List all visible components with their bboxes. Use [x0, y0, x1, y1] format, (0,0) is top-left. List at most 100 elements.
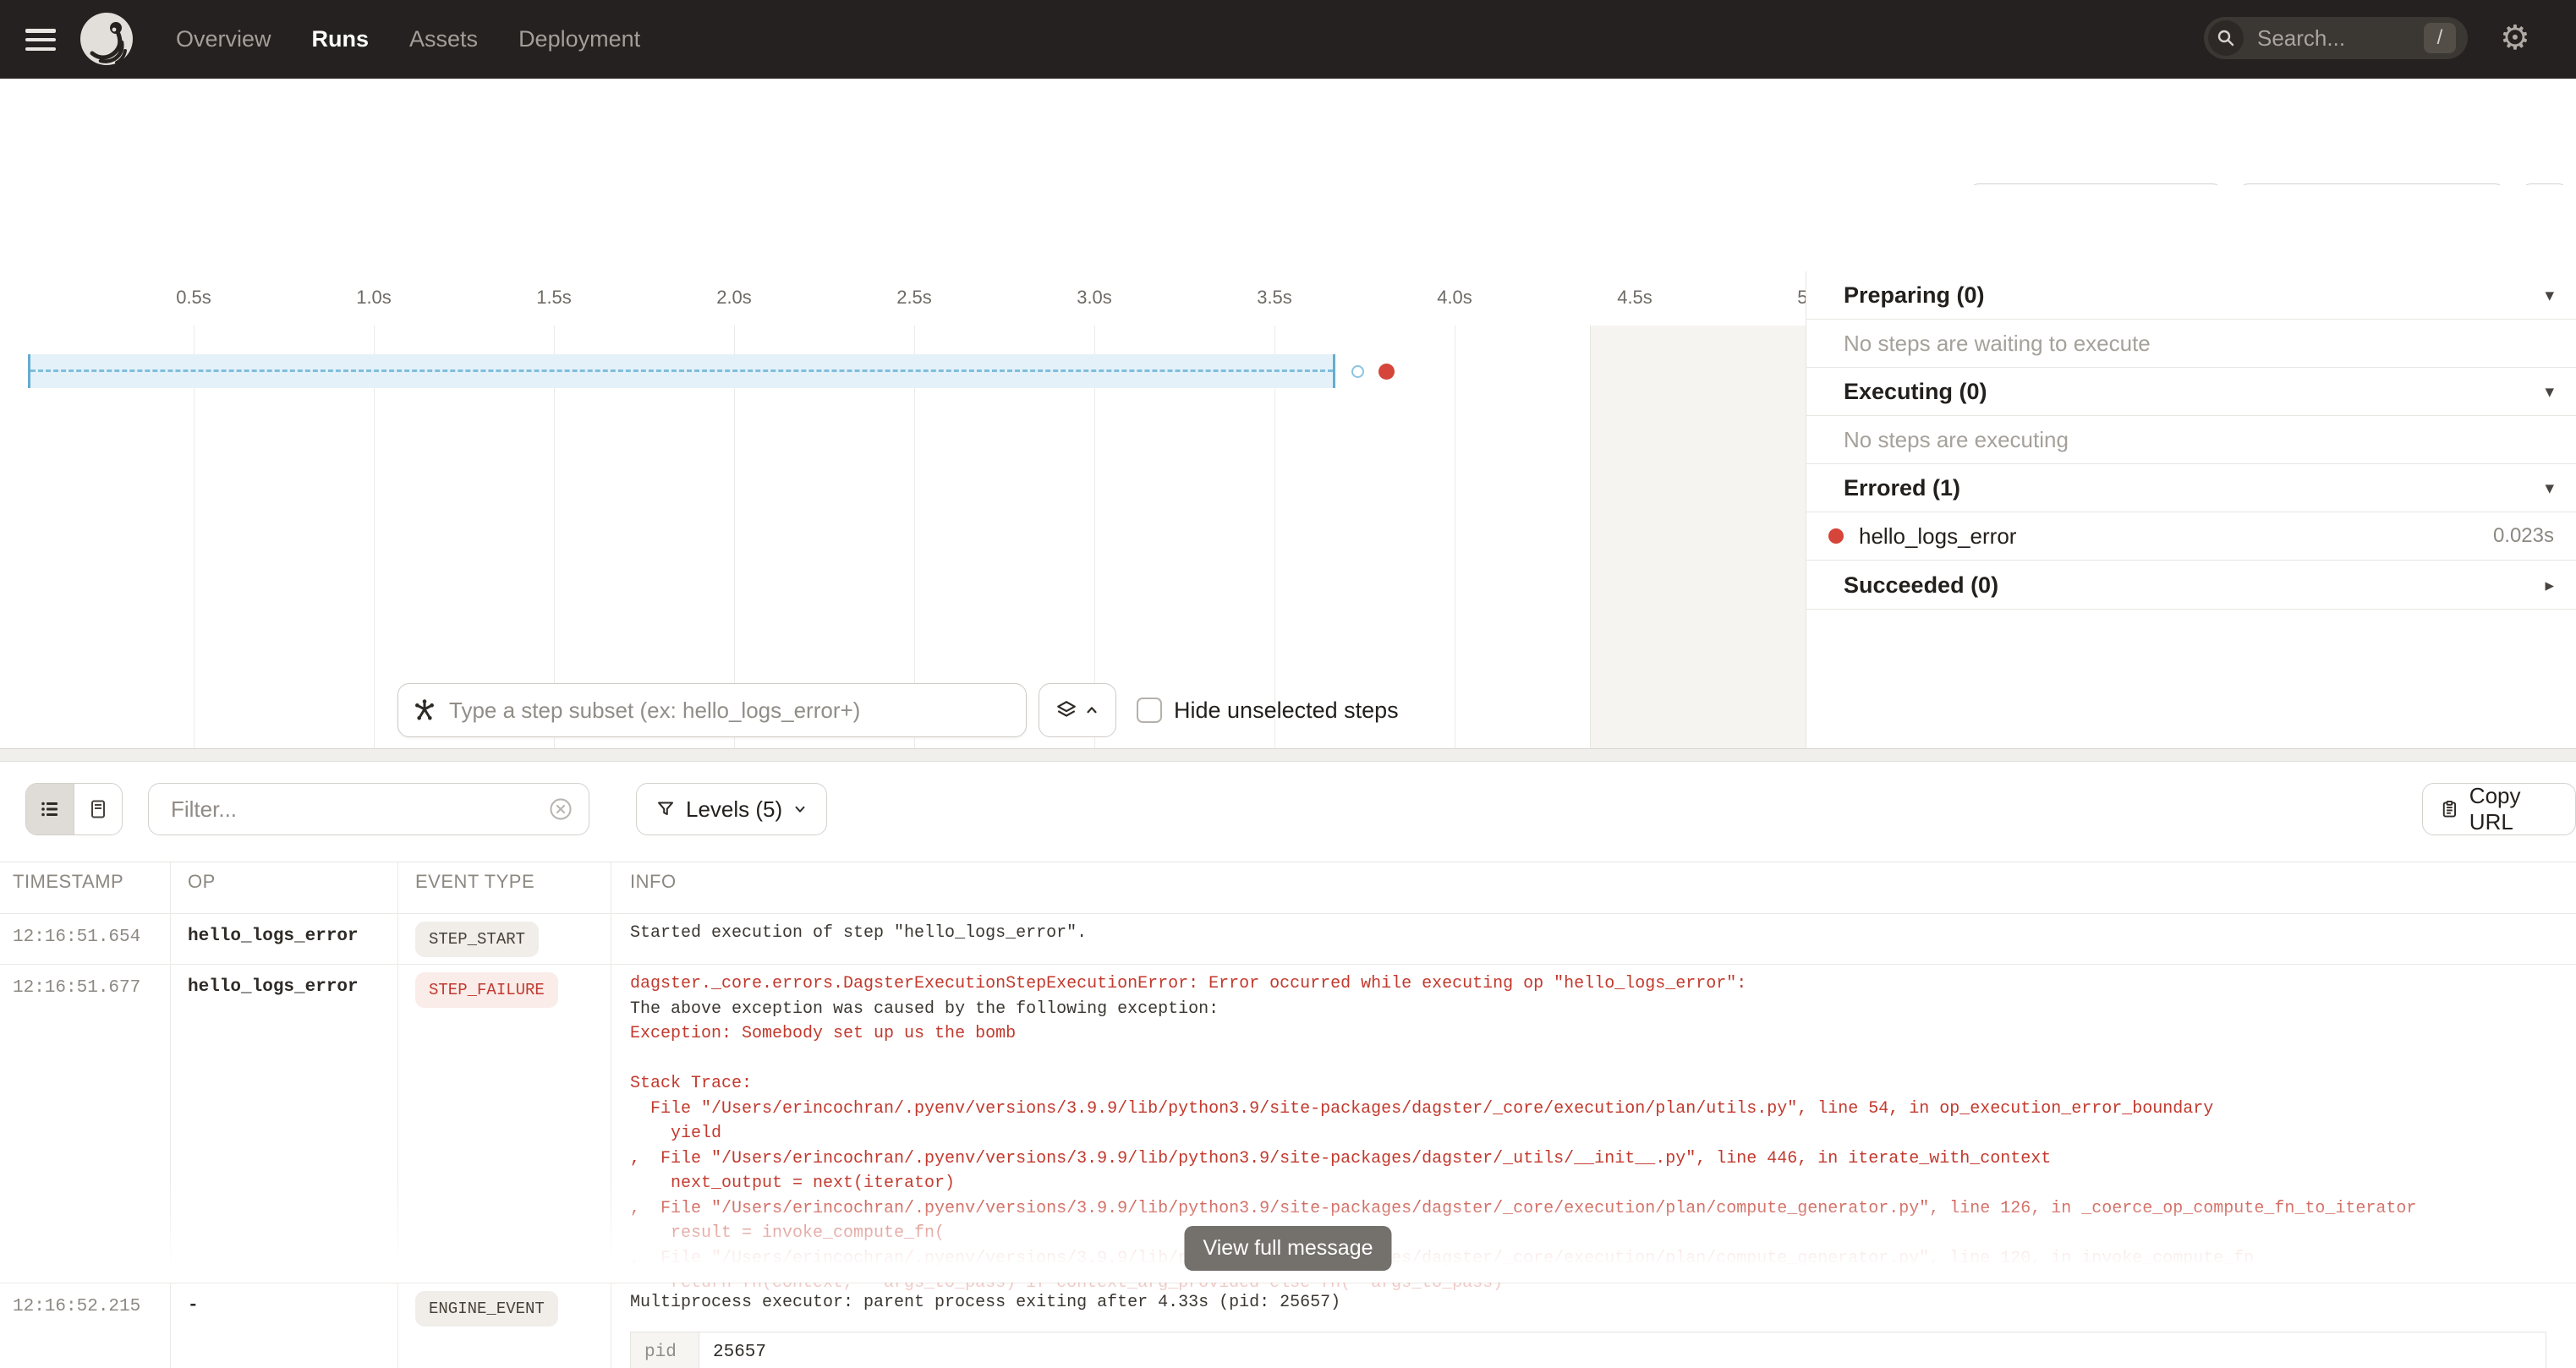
step-row[interactable]: hello_logs_error0.023s — [1806, 512, 2576, 561]
levels-filter-button[interactable]: Levels (5) — [636, 783, 827, 835]
view-full-message-button[interactable]: View full message — [1184, 1226, 1391, 1271]
nav-items: Overview Runs Assets Deployment — [176, 0, 640, 79]
log-info-line: result = invoke_compute_fn( — [630, 1221, 2559, 1246]
log-timestamp: 12:16:52.215 — [13, 1297, 140, 1316]
caret-down-icon[interactable]: ▾ — [2545, 285, 2554, 305]
panel-resize-handle[interactable] — [0, 748, 2576, 762]
log-info: dagster._core.errors.DagsterExecutionSte… — [630, 971, 2559, 1296]
log-op-name: hello_logs_error — [188, 977, 359, 997]
log-info-line: Stack Trace: — [630, 1071, 2559, 1097]
step-failure-marker[interactable] — [1378, 364, 1395, 380]
axis-tick-label: 1.5s — [536, 287, 572, 309]
list-view-icon — [39, 798, 61, 820]
log-list-view-button[interactable] — [26, 784, 74, 834]
step-start-marker[interactable] — [1351, 365, 1364, 378]
top-nav: Overview Runs Assets Deployment / ⚙ — [0, 0, 2576, 79]
dagster-run-page: Overview Runs Assets Deployment / ⚙ 7e23687… — [0, 0, 2576, 1368]
log-row[interactable]: 12:16:52.215-ENGINE_EVENTMultiprocess ex… — [0, 1283, 2576, 1368]
log-info-line: Multiprocess executor: parent process ex… — [630, 1290, 2559, 1316]
step-subset-input[interactable] — [447, 697, 1026, 725]
nav-item-assets[interactable]: Assets — [409, 26, 478, 52]
search-icon — [2208, 20, 2244, 56]
log-info-line: next_output = next(iterator) — [630, 1171, 2559, 1196]
steps-section-header[interactable]: Executing (0)▾ — [1806, 368, 2576, 416]
log-info-line: , File "/Users/erincochran/.pyenv/versio… — [630, 1196, 2559, 1222]
structured-view-icon — [87, 798, 109, 820]
log-timestamp: 12:16:51.677 — [13, 978, 140, 998]
axis-tick-label: 5.0s — [1797, 287, 1806, 309]
nav-item-deployment[interactable]: Deployment — [518, 26, 640, 52]
nav-item-runs[interactable]: Runs — [312, 26, 370, 52]
log-info-line: File "/Users/erincochran/.pyenv/versions… — [630, 1097, 2559, 1122]
log-info: Multiprocess executor: parent process ex… — [630, 1290, 2559, 1316]
log-structured-view-button[interactable] — [74, 784, 122, 834]
log-toolbar: Levels (5) Copy URL — [0, 762, 2576, 862]
layers-icon — [1055, 699, 1077, 721]
log-filter-box — [148, 783, 589, 835]
after-run-end-band — [1590, 326, 1806, 748]
log-info-line: yield — [630, 1121, 2559, 1146]
waiting-dashed-line — [30, 369, 1333, 372]
axis-tick-label: 2.5s — [896, 287, 932, 309]
steps-empty-text: No steps are executing — [1844, 427, 2069, 453]
log-table-header: TIMESTAMP OP EVENT TYPE INFO — [0, 862, 2576, 899]
funnel-icon — [655, 799, 676, 819]
column-header-timestamp: TIMESTAMP — [13, 871, 123, 893]
caret-right-icon[interactable]: ▸ — [2545, 575, 2554, 595]
event-type-badge: STEP_START — [415, 922, 539, 957]
step-name: hello_logs_error — [1859, 523, 2493, 550]
run-header: 7e236874 Failure Run of demo_job_error @… — [0, 79, 2576, 186]
metadata-table: pid25657 — [630, 1332, 2546, 1368]
log-info-line: Started execution of step "hello_logs_er… — [630, 921, 2559, 946]
steps-section-label: Succeeded (0) — [1844, 572, 2545, 599]
gear-icon[interactable]: ⚙ — [2500, 19, 2530, 57]
steps-section-header[interactable]: Preparing (0)▾ — [1806, 271, 2576, 320]
log-timestamp: 12:16:51.654 — [13, 928, 140, 947]
log-info-line — [630, 1047, 2559, 1072]
steps-section-label: Executing (0) — [1844, 379, 2545, 405]
axis-gridline — [374, 326, 375, 748]
copy-url-button[interactable]: Copy URL — [2422, 783, 2576, 835]
log-table: TIMESTAMP OP EVENT TYPE INFO 12:16:51.654 he… — [0, 862, 2576, 1368]
log-info-line: dagster._core.errors.DagsterExecutionSte… — [630, 971, 2559, 997]
nav-item-overview[interactable]: Overview — [176, 26, 271, 52]
op-selector-icon — [412, 698, 437, 723]
steps-section-header[interactable]: Succeeded (0)▸ — [1806, 561, 2576, 610]
graph-query-toggle-button[interactable] — [1039, 683, 1116, 737]
clear-filter-icon[interactable] — [548, 796, 573, 822]
clipboard-icon — [2440, 798, 2459, 820]
axis-tick-label: 4.5s — [1617, 287, 1652, 309]
gantt-chart[interactable]: 0.5s1.0s1.5s2.0s2.5s3.0s3.5s4.0s4.5s5.0s… — [0, 271, 1806, 748]
axis-tick-label: 4.0s — [1437, 287, 1472, 309]
steps-section-header[interactable]: Errored (1)▾ — [1806, 464, 2576, 512]
hide-unselected-checkbox[interactable] — [1137, 698, 1162, 723]
dagster-logo-icon[interactable] — [79, 12, 134, 66]
steps-section-label: Errored (1) — [1844, 475, 2545, 501]
column-header-info: INFO — [630, 871, 677, 893]
log-op-name: - — [188, 1296, 199, 1316]
log-row[interactable]: 12:16:51.654hello_logs_errorSTEP_STARTSt… — [0, 914, 2576, 965]
log-filter-input[interactable] — [169, 796, 548, 824]
log-info-line: , File "/Users/erincochran/.pyenv/versio… — [630, 1246, 2559, 1272]
search-box[interactable]: / — [2204, 17, 2468, 59]
column-header-event-type: EVENT TYPE — [415, 871, 534, 893]
log-info-line: The above exception was caused by the fo… — [630, 997, 2559, 1022]
axis-tick-label: 1.0s — [356, 287, 392, 309]
search-shortcut-key: / — [2424, 23, 2456, 53]
axis-tick-label: 3.0s — [1077, 287, 1112, 309]
gantt-toolbar: Hide not started steps Re-execute all (*… — [0, 185, 2576, 272]
caret-down-icon[interactable]: ▾ — [2545, 381, 2554, 402]
hamburger-menu-icon[interactable] — [25, 29, 56, 51]
axis-tick-label: 3.5s — [1257, 287, 1292, 309]
column-header-op: OP — [188, 871, 216, 893]
axis-gridline — [194, 326, 195, 748]
axis-tick-label: 2.0s — [716, 287, 752, 309]
log-row[interactable]: 12:16:51.677hello_logs_errorSTEP_FAILURE… — [0, 965, 2576, 1283]
search-input[interactable] — [2255, 25, 2394, 52]
log-rows: 12:16:51.654 hello_logs_error STEP_START St… — [0, 899, 2576, 1368]
caret-down-icon[interactable]: ▾ — [2545, 478, 2554, 498]
step-waiting-bar[interactable] — [28, 354, 1335, 388]
steps-status-panel: Preparing (0)▾No steps are waiting to ex… — [1806, 271, 2576, 748]
log-info: Started execution of step "hello_logs_er… — [630, 921, 2559, 946]
step-duration: 0.023s — [2493, 524, 2554, 548]
